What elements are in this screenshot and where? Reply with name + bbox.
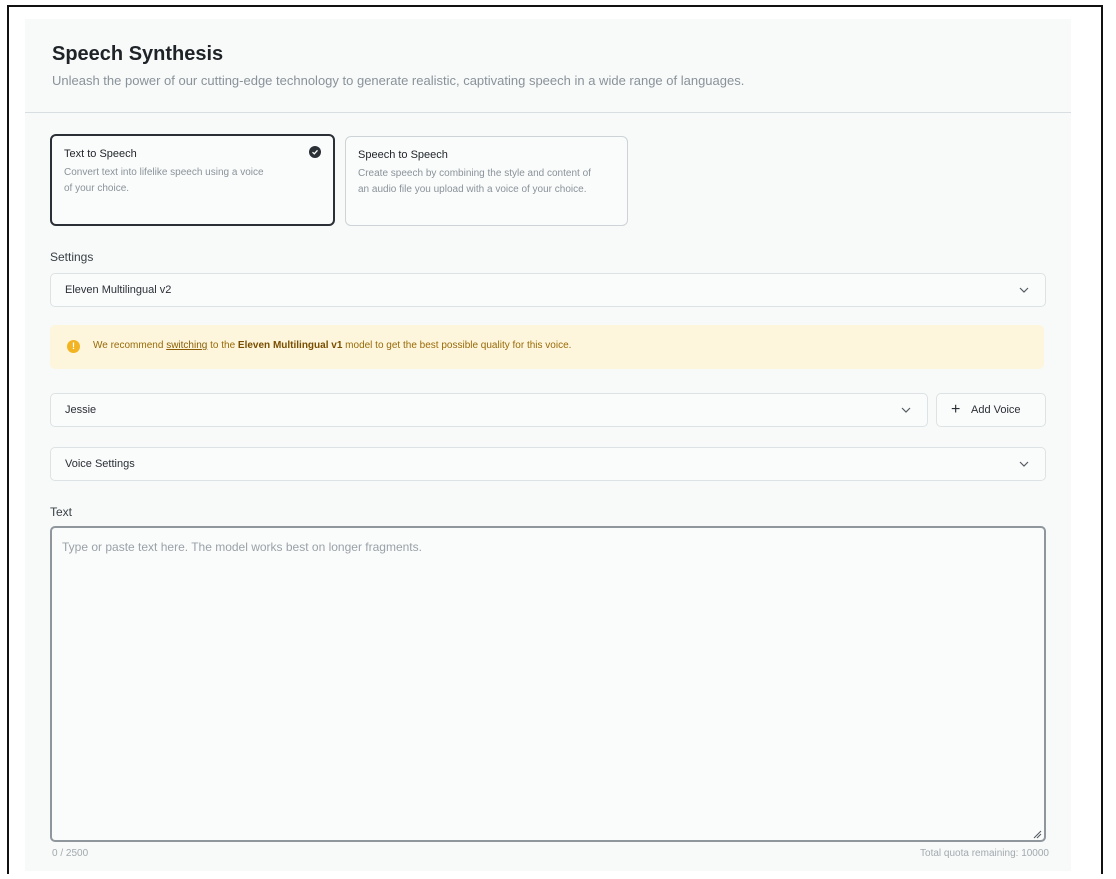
text-input[interactable] <box>50 526 1046 842</box>
settings-label: Settings <box>50 250 94 264</box>
voice-settings-accordion[interactable]: Voice Settings <box>50 447 1046 481</box>
quota-remaining: Total quota remaining: 10000 <box>920 848 1049 859</box>
window-frame: Speech Synthesis Unleash the power of ou… <box>7 5 1103 874</box>
chevron-down-icon <box>1019 461 1029 467</box>
recommended-model-name: Eleven Multilingual v1 <box>237 340 343 351</box>
switch-model-link[interactable]: switching <box>166 340 207 351</box>
alert-prefix: We recommend <box>93 340 164 351</box>
text-label: Text <box>50 505 73 519</box>
voice-select[interactable]: Jessie <box>50 393 928 427</box>
resize-handle-icon[interactable] <box>1032 829 1042 839</box>
exclamation-icon: ! <box>67 340 80 353</box>
page-title: Speech Synthesis <box>52 43 224 65</box>
character-counter: 0 / 2500 <box>52 848 89 859</box>
mode-description: Convert text into lifelike speech using … <box>64 167 264 194</box>
voice-select-value: Jessie <box>65 404 97 416</box>
alert-suffix: model to get the best possible quality f… <box>345 340 572 351</box>
mode-title: Text to Speech <box>64 148 137 160</box>
model-select[interactable]: Eleven Multilingual v2 <box>50 273 1046 307</box>
page-header: Speech Synthesis Unleash the power of ou… <box>25 19 1071 113</box>
mode-card-text-to-speech[interactable]: Text to Speech Convert text into lifelik… <box>50 134 335 226</box>
page-subtitle: Unleash the power of our cutting-edge te… <box>52 73 745 88</box>
mode-card-speech-to-speech[interactable]: Speech to Speech Create speech by combin… <box>345 136 628 226</box>
chevron-down-icon <box>1019 287 1029 293</box>
add-voice-label: Add Voice <box>971 404 1021 416</box>
plus-icon: + <box>951 401 961 418</box>
model-select-value: Eleven Multilingual v2 <box>65 284 172 296</box>
speech-synthesis-panel: Speech Synthesis Unleash the power of ou… <box>25 19 1071 871</box>
add-voice-button[interactable]: + Add Voice <box>936 393 1046 427</box>
mode-title: Speech to Speech <box>358 149 448 161</box>
chevron-down-icon <box>901 407 911 413</box>
mode-description: Create speech by combining the style and… <box>358 168 591 195</box>
alert-text: We recommend switching to the Eleven Mul… <box>93 340 571 351</box>
model-recommendation-alert: ! We recommend switching to the Eleven M… <box>50 325 1044 369</box>
voice-settings-label: Voice Settings <box>65 458 135 470</box>
alert-middle: to the <box>210 340 236 351</box>
check-circle-icon <box>309 146 321 158</box>
